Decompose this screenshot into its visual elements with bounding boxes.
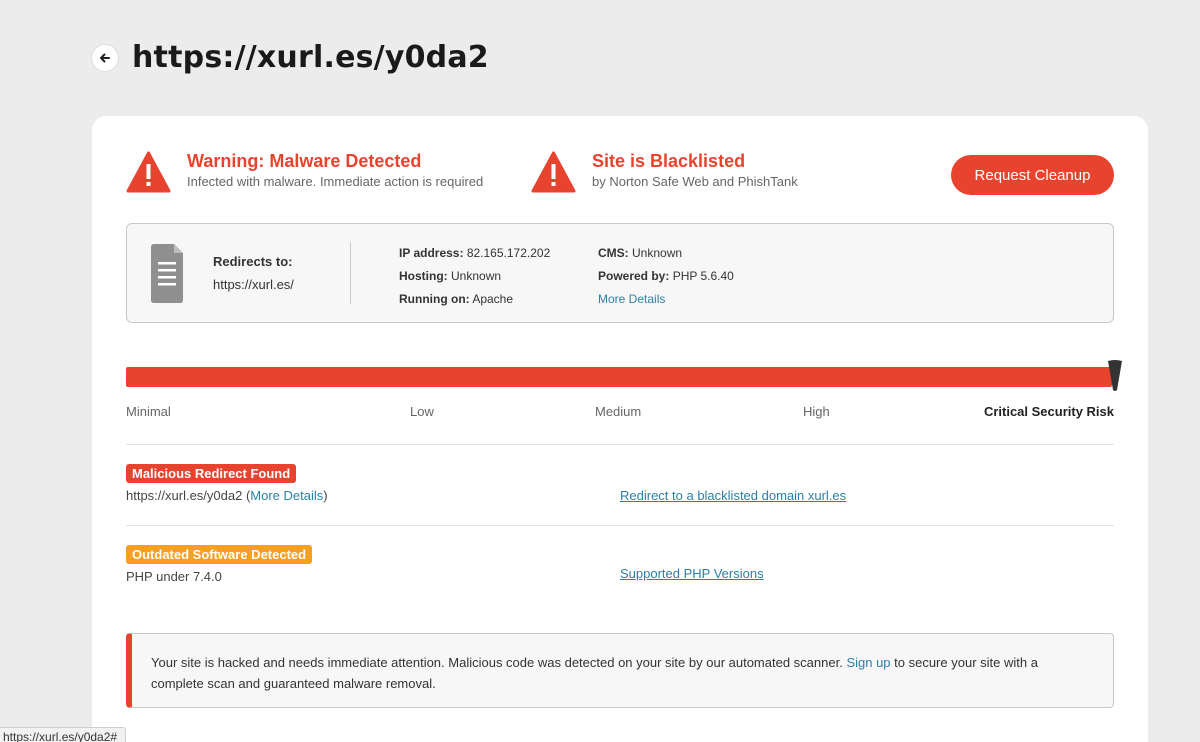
risk-label-high: High: [803, 404, 830, 419]
risk-label-low: Low: [410, 404, 434, 419]
software-info: CMS: Unknown Powered by: PHP 5.6.40 More…: [598, 242, 734, 311]
ip-value: 82.165.172.202: [466, 246, 551, 260]
powered-label: Powered by:: [598, 269, 670, 283]
back-button[interactable]: [92, 44, 118, 71]
issue-more-details-link[interactable]: More Details: [250, 488, 323, 503]
supported-php-link[interactable]: Supported PHP Versions: [620, 566, 764, 581]
issue-description: https://xurl.es/y0da2 (More Details): [126, 488, 328, 503]
hacked-notice: Your site is hacked and needs immediate …: [126, 633, 1114, 708]
scan-result-card: Warning: Malware Detected Infected with …: [92, 116, 1148, 742]
site-info-panel: Redirects to: https://xurl.es/ IP addres…: [126, 223, 1114, 323]
notice-text: Your site is hacked and needs immediate …: [151, 655, 847, 670]
hosting-label: Hosting:: [399, 269, 448, 283]
more-details-link[interactable]: More Details: [598, 292, 665, 306]
risk-label-critical: Critical Security Risk: [983, 404, 1114, 419]
blacklist-alert-title: Site is Blacklisted: [592, 151, 746, 171]
divider: [126, 444, 1114, 445]
risk-label-minimal: Minimal: [126, 404, 171, 419]
risk-needle-icon: [1108, 360, 1122, 391]
cms-label: CMS:: [598, 246, 629, 260]
warning-triangle-icon: [531, 151, 576, 193]
divider: [350, 242, 351, 304]
blacklisted-redirect-link[interactable]: Redirect to a blacklisted domain xurl.es: [620, 488, 846, 503]
running-label: Running on:: [399, 292, 470, 306]
alert-row: Warning: Malware Detected Infected with …: [126, 150, 1114, 200]
status-bar-url: https://xurl.es/y0da2#: [0, 727, 127, 742]
blacklist-alert-subtitle: by Norton Safe Web and PhishTank: [592, 174, 798, 189]
back-arrow-icon: [100, 53, 110, 62]
hosting-value: Unknown: [451, 269, 502, 283]
powered-value: PHP 5.6.40: [672, 269, 734, 283]
server-info: IP address: 82.165.172.202 Hosting: Unkn…: [399, 242, 550, 311]
issue-badge-malicious-redirect: Malicious Redirect Found: [126, 464, 297, 483]
risk-label-medium: Medium: [595, 404, 642, 419]
running-value: Apache: [472, 292, 514, 306]
page-title: https://xurl.es/y0da2: [132, 40, 489, 75]
warning-triangle-icon: [126, 151, 171, 193]
malware-alert-subtitle: Infected with malware. Immediate action …: [187, 174, 484, 189]
request-cleanup-button[interactable]: Request Cleanup: [951, 155, 1114, 195]
issue-description: PHP under 7.4.0: [126, 569, 222, 584]
cms-value: Unknown: [632, 246, 683, 260]
page-header: https://xurl.es/y0da2: [92, 40, 489, 75]
divider: [126, 525, 1114, 526]
malware-alert-title: Warning: Malware Detected: [187, 151, 422, 171]
document-icon: [151, 244, 183, 303]
redirect-info: Redirects to: https://xurl.es/: [213, 254, 294, 292]
issue-badge-outdated-software: Outdated Software Detected: [126, 545, 313, 564]
sign-up-link[interactable]: Sign up: [846, 655, 890, 670]
issue-url: https://xurl.es/y0da2 (: [126, 488, 251, 503]
risk-meter-labels: Minimal Low Medium High Critical Securit…: [126, 404, 1114, 422]
risk-meter-bar: [126, 367, 1112, 387]
malware-alert: Warning: Malware Detected Infected with …: [126, 150, 483, 193]
redirect-label: Redirects to:: [213, 254, 293, 269]
issue-desc-suffix: ): [323, 488, 328, 503]
redirect-value: https://xurl.es/: [213, 277, 294, 292]
blacklist-alert: Site is Blacklisted by Norton Safe Web a…: [531, 150, 798, 193]
ip-label: IP address:: [399, 246, 464, 260]
